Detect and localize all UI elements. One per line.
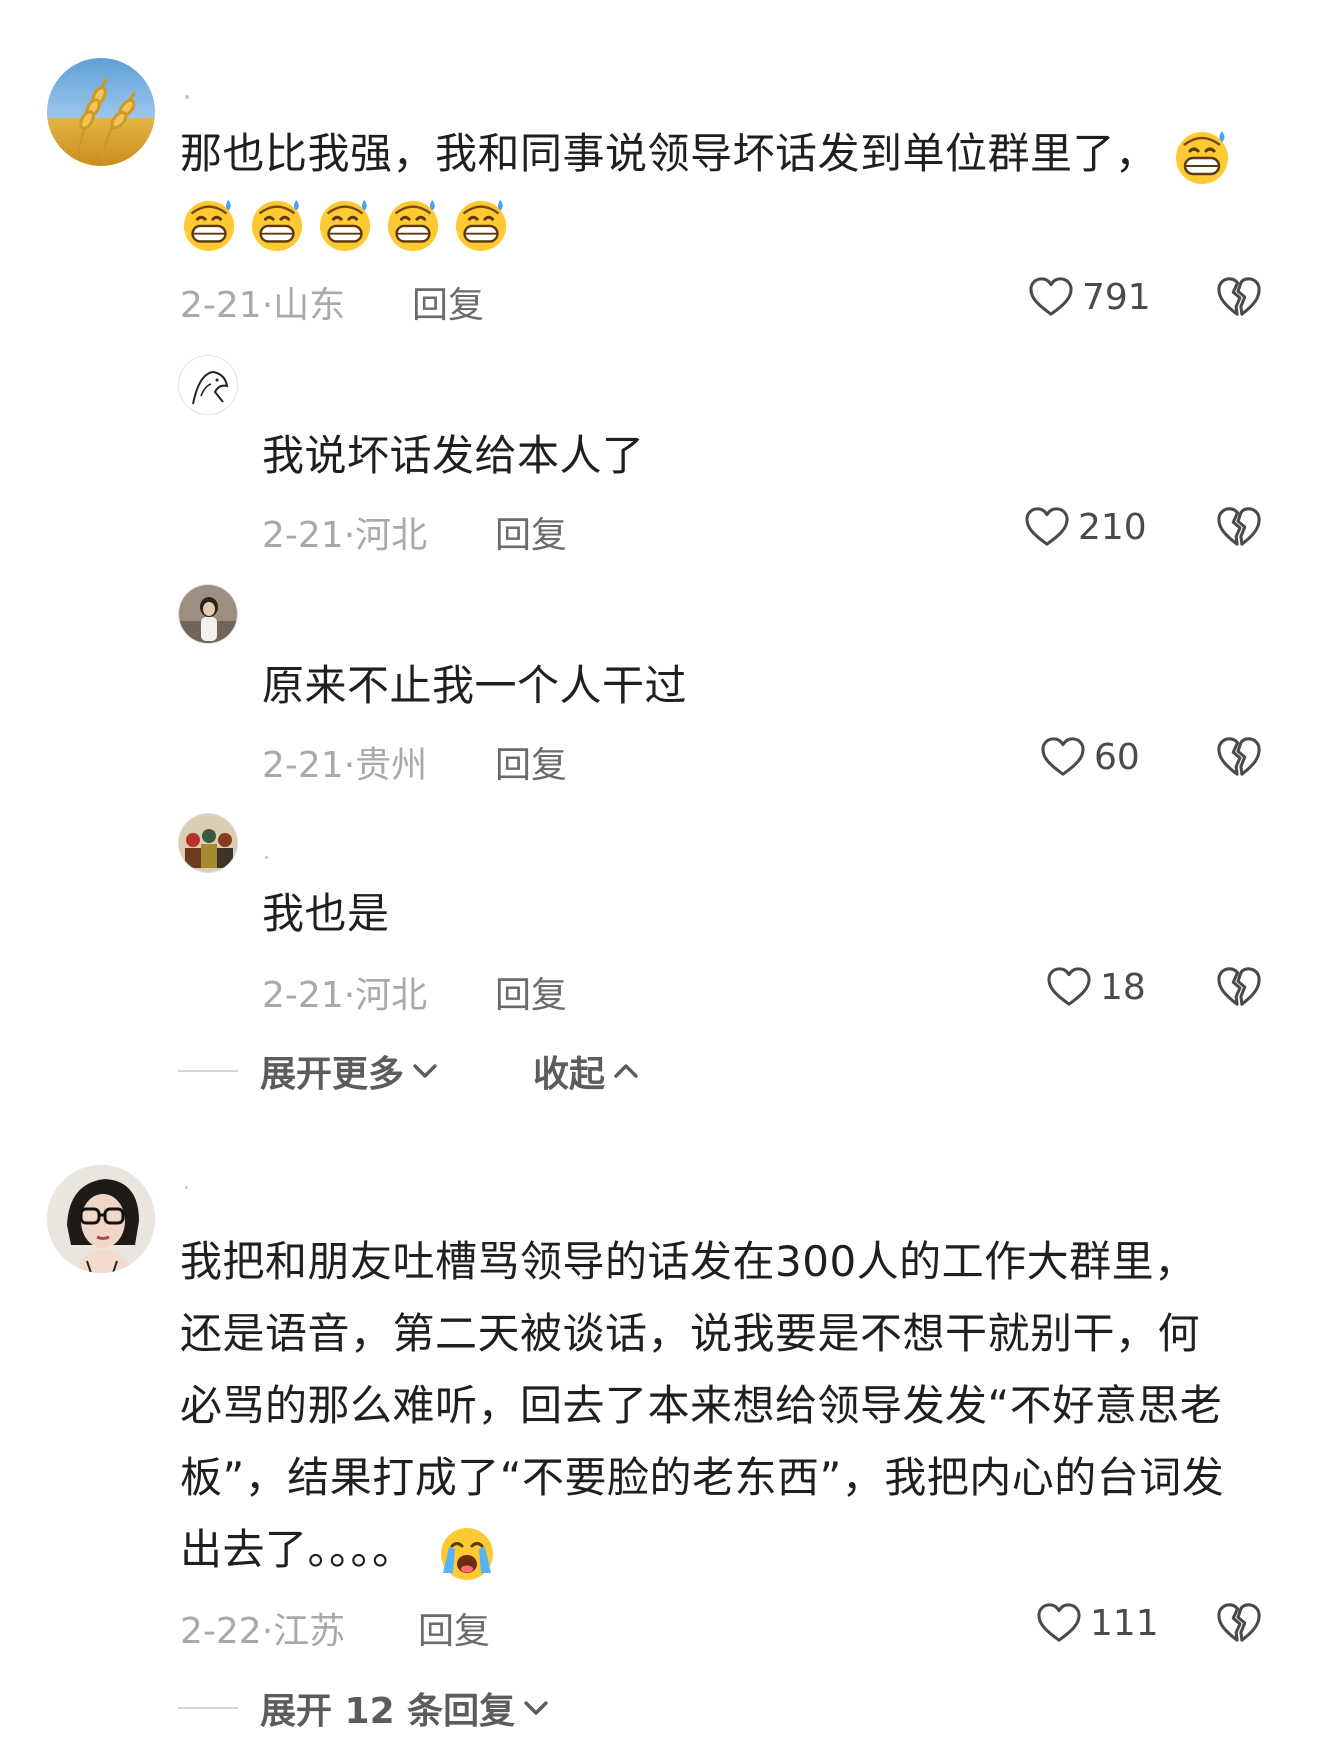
like-count: 111 — [1090, 1602, 1159, 1644]
like-count: 60 — [1094, 736, 1140, 778]
girl-glasses-avatar-image — [47, 1165, 155, 1273]
comment-meta: 2-21·山东 — [180, 285, 346, 326]
like-count: 18 — [1100, 966, 1146, 1008]
like-button[interactable]: 210 — [1024, 506, 1147, 548]
thread-controls: 展开更多 收起 — [178, 1045, 639, 1097]
comment-date: 2-21 — [180, 285, 262, 326]
divider — [178, 1707, 238, 1709]
reply-button[interactable]: 回复 — [495, 506, 567, 558]
comment-text-line: 还是语音，第二天被谈话，说我要是不想干就别干，何 — [180, 1309, 1201, 1358]
comment-text: 那也比我强，我和同事说领导坏话发到单位群里了， — [180, 118, 1280, 190]
heart-icon — [1040, 736, 1086, 778]
chevron-down-icon — [523, 1699, 549, 1717]
comment-text-line: 出去了。。。。 — [180, 1514, 1290, 1586]
reply-button[interactable]: 回复 — [418, 1602, 490, 1654]
comment-text-line: 板”，结果打成了“不要脸的老东西”，我把内心的台词发 — [180, 1453, 1225, 1502]
comment-text-line: 必骂的那么难听，回去了本来想给领导发发“不好意思老 — [180, 1381, 1223, 1430]
like-button[interactable]: 111 — [1036, 1602, 1159, 1644]
reply-text: 我说坏话发给本人了 — [262, 431, 645, 480]
grin-sweat-emoji — [1172, 127, 1232, 187]
comment-location: 江苏 — [273, 1611, 346, 1652]
reply-meta: 2-21·河北 — [262, 975, 428, 1016]
broken-heart-icon[interactable] — [1216, 735, 1262, 779]
like-count: 791 — [1082, 276, 1151, 318]
broken-heart-icon[interactable] — [1216, 275, 1262, 319]
grin-sweat-emoji — [452, 196, 510, 254]
reply-button[interactable]: 回复 — [495, 966, 567, 1018]
comment-meta: 2-22·江苏 — [180, 1611, 346, 1652]
heart-icon — [1046, 966, 1092, 1008]
avatar[interactable] — [47, 1165, 155, 1273]
grin-sweat-emoji — [180, 196, 238, 254]
expand-more-button[interactable]: 展开更多 — [260, 1045, 438, 1097]
reply-date: 2-21 — [262, 745, 344, 786]
grin-sweat-emoji — [316, 196, 374, 254]
expand-more-label: 展开更多 — [260, 1054, 405, 1095]
avatar[interactable] — [178, 355, 238, 415]
comment-date: 2-22 — [180, 1611, 262, 1652]
comment-location: 山东 — [273, 285, 346, 326]
broken-heart-icon[interactable] — [1216, 965, 1262, 1009]
broken-heart-icon[interactable] — [1216, 505, 1262, 549]
chevron-up-icon — [613, 1062, 639, 1080]
reply-date: 2-21 — [262, 975, 344, 1016]
expand-replies: 展开 12 条回复 — [178, 1682, 549, 1734]
like-button[interactable]: 791 — [1028, 276, 1151, 318]
comment-text-body: 那也比我强，我和同事说领导坏话发到单位群里了， — [180, 129, 1158, 178]
comment-text-tail: 出去了。。。。 — [180, 1525, 415, 1574]
collapse-label: 收起 — [533, 1054, 606, 1095]
grin-sweat-emoji — [384, 196, 442, 254]
reply-location: 河北 — [355, 515, 428, 556]
reply-text: 原来不止我一个人干过 — [262, 661, 688, 710]
heart-icon — [1036, 1602, 1082, 1644]
heart-icon — [1024, 506, 1070, 548]
avatar[interactable] — [178, 584, 238, 644]
like-count: 210 — [1078, 506, 1147, 548]
reply-meta: 2-21·贵州 — [262, 745, 428, 786]
expand-replies-button[interactable]: 展开 12 条回复 — [260, 1682, 549, 1734]
avatar[interactable] — [178, 813, 238, 873]
like-button[interactable]: 18 — [1046, 966, 1146, 1008]
wheat-avatar-image — [47, 58, 155, 166]
chevron-down-icon — [412, 1062, 438, 1080]
reply-location: 河北 — [355, 975, 428, 1016]
reply-location: 贵州 — [355, 745, 428, 786]
comment-text-line: 我把和朋友吐槽骂领导的话发在300人的工作大群里， — [180, 1237, 1197, 1286]
username[interactable] — [185, 1186, 188, 1189]
emoji-row — [180, 196, 510, 254]
username[interactable] — [265, 856, 268, 859]
avatar[interactable] — [47, 58, 155, 166]
collapse-button[interactable]: 收起 — [533, 1045, 639, 1097]
like-button[interactable]: 60 — [1040, 736, 1140, 778]
expand-replies-label: 展开 12 条回复 — [260, 1691, 516, 1732]
reply-text: 我也是 — [262, 889, 390, 938]
reply-button[interactable]: 回复 — [412, 276, 484, 328]
painting-avatar-image — [179, 814, 237, 872]
heart-icon — [1028, 276, 1074, 318]
username[interactable] — [185, 95, 189, 99]
grin-sweat-emoji — [248, 196, 306, 254]
divider — [178, 1070, 238, 1072]
broken-heart-icon[interactable] — [1216, 1601, 1262, 1645]
comment-text: 我把和朋友吐槽骂领导的话发在300人的工作大群里， 还是语音，第二天被谈话，说我… — [180, 1226, 1290, 1586]
reply-button[interactable]: 回复 — [495, 736, 567, 788]
photo-avatar-image — [179, 585, 237, 643]
reply-date: 2-21 — [262, 515, 344, 556]
crying-emoji — [437, 1523, 497, 1583]
reply-meta: 2-21·河北 — [262, 515, 428, 556]
sketch-avatar-image — [192, 370, 229, 405]
